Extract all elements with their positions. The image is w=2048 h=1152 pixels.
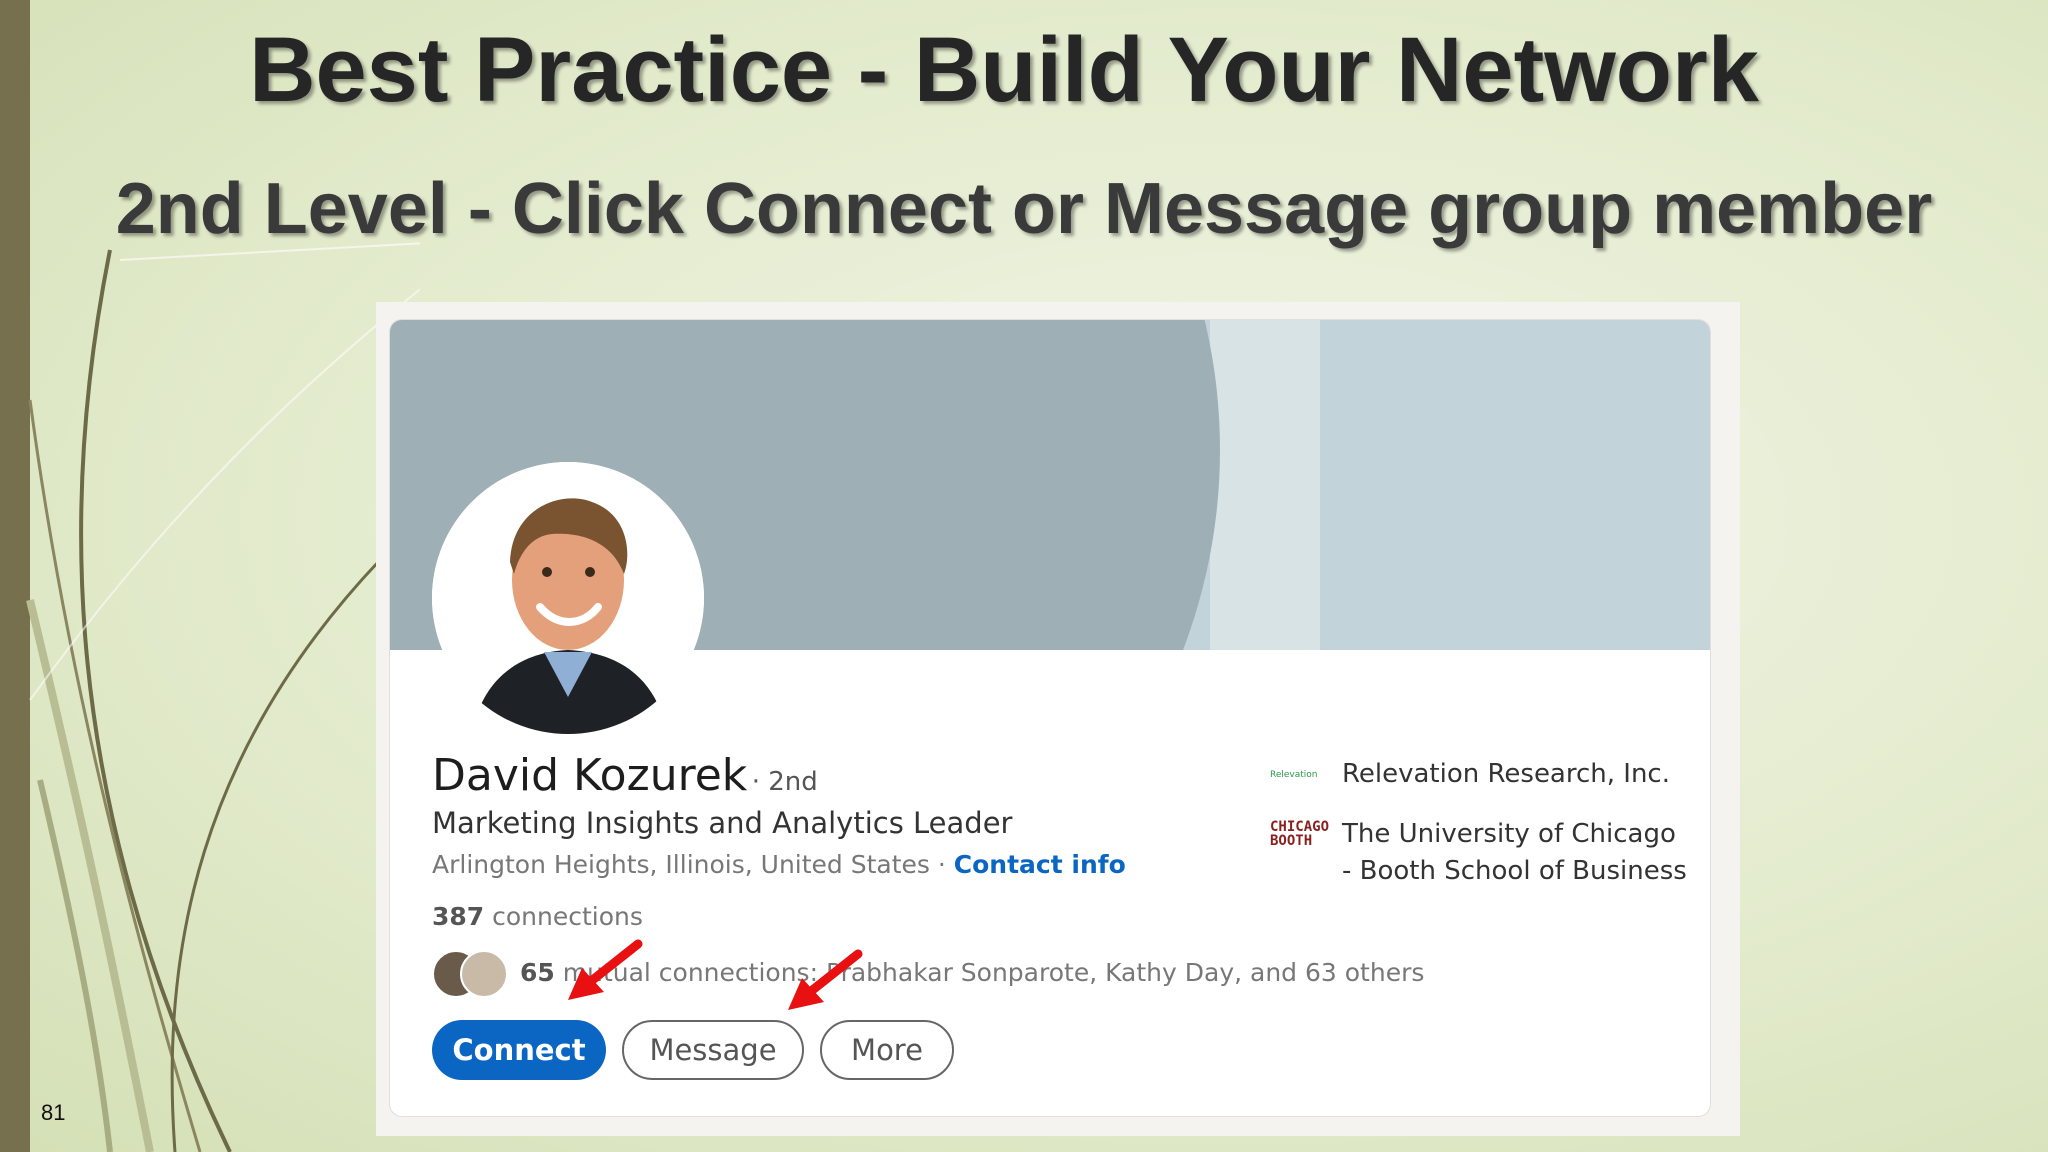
profile-headline: Marketing Insights and Analytics Leader <box>432 806 1013 840</box>
company-logo-icon: Relevation <box>1270 770 1318 780</box>
connection-degree-badge: · 2nd <box>751 767 818 797</box>
red-arrow-icon <box>568 939 643 1000</box>
person-avatar-icon <box>432 462 704 734</box>
red-arrow-icon <box>788 949 863 1010</box>
school-name-line-2: - Booth School of Business <box>1342 856 1687 886</box>
connections-count[interactable]: 387 connections <box>432 902 643 931</box>
slide-number: 81 <box>41 1100 66 1125</box>
slide-title: Best Practice - Build Your Network <box>249 19 1759 121</box>
linkedin-profile-screenshot: David Kozurek · 2nd Marketing Insights a… <box>376 302 1740 1136</box>
message-button[interactable]: Message <box>622 1020 804 1080</box>
slide-subtitle: 2nd Level - Click Connect or Message gro… <box>115 169 1933 249</box>
contact-info-link[interactable]: Contact info <box>954 850 1126 879</box>
school-logo-icon: CHICAGO BOOTH <box>1270 819 1330 849</box>
profile-photo[interactable] <box>432 462 704 734</box>
profile-name: David Kozurek <box>432 750 748 801</box>
profile-location: Arlington Heights, Illinois, United Stat… <box>432 850 1126 879</box>
school-name-line-1: The University of Chicago <box>1342 819 1676 849</box>
mutual-connections-text: mutual connections: Prabhakar Sonparote,… <box>554 958 1425 987</box>
connect-button[interactable]: Connect <box>432 1020 606 1080</box>
organization-name: Relevation Research, Inc. <box>1342 759 1670 789</box>
more-button[interactable]: More <box>820 1020 954 1080</box>
mutual-avatar-2 <box>460 950 508 998</box>
